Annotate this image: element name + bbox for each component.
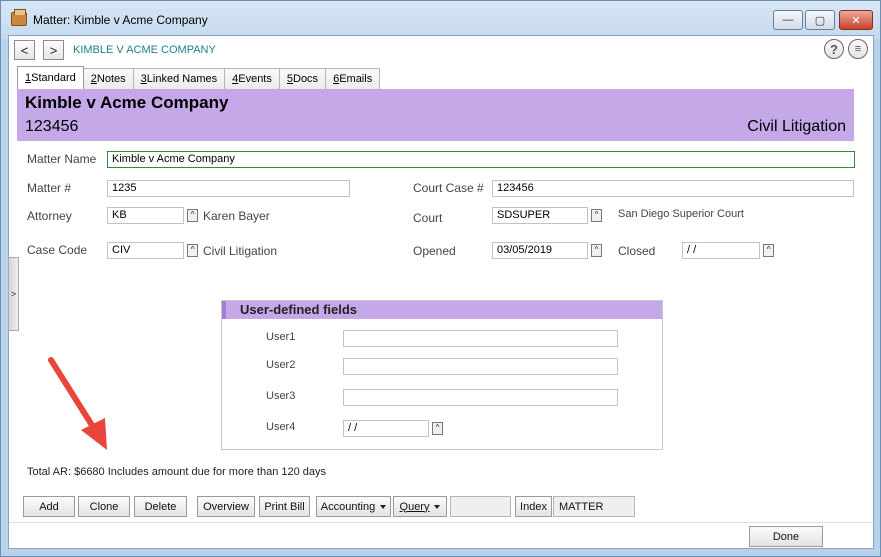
matter-name-label: Matter Name [27, 152, 97, 166]
annotation-arrow-icon [48, 357, 107, 450]
tab-standard[interactable]: 1 Standard [17, 66, 84, 89]
print-bill-button[interactable]: Print Bill [259, 496, 310, 517]
case-code-lookup-button[interactable]: ^ [187, 244, 198, 257]
side-panel-toggle[interactable]: > [8, 257, 19, 331]
opened-date-picker[interactable]: ^ [591, 244, 602, 257]
window-title: Matter: Kimble v Acme Company [33, 13, 208, 27]
overview-button[interactable]: Overview [197, 496, 255, 517]
query-input[interactable] [450, 496, 511, 517]
tab-docs[interactable]: 5 Docs [278, 68, 327, 89]
menu-icon[interactable]: ≡ [848, 39, 868, 59]
court-case-input[interactable]: 123456 [492, 180, 854, 197]
attorney-input[interactable]: KB [107, 207, 184, 224]
closed-date-input[interactable]: / / [682, 242, 760, 259]
back-button[interactable]: < [14, 40, 35, 60]
breadcrumb: KIMBLE V ACME COMPANY [73, 44, 216, 56]
user4-date-input[interactable]: / / [343, 420, 429, 437]
matter-number-input[interactable]: 1235 [107, 180, 350, 197]
folder-icon [11, 9, 27, 26]
query-menu-button[interactable]: Query [393, 496, 447, 517]
chevron-down-icon [434, 504, 441, 509]
court-label: Court [413, 211, 443, 225]
tab-emails[interactable]: 6 Emails [325, 68, 381, 89]
matter-header: Kimble v Acme Company 123456 Civil Litig… [17, 89, 854, 141]
opened-label: Opened [413, 244, 456, 258]
minimize-button[interactable]: — [773, 10, 803, 30]
matter-header-name: Kimble v Acme Company [25, 93, 229, 112]
close-button[interactable]: ✕ [839, 10, 873, 30]
app-window: Matter: Kimble v Acme Company — ▢ ✕ < > … [0, 0, 881, 557]
user1-label: User1 [266, 331, 296, 343]
total-ar-text: Total AR: $6680 Includes amount due for … [27, 466, 327, 478]
help-icon[interactable]: ? [824, 39, 844, 59]
closed-date-picker[interactable]: ^ [763, 244, 774, 257]
matter-form: < > KIMBLE V ACME COMPANY ? ≡ 1 Standard… [8, 35, 874, 549]
user3-input[interactable] [343, 389, 618, 406]
delete-button[interactable]: Delete [134, 496, 187, 517]
user3-label: User3 [266, 390, 296, 402]
matter-header-number: 123456 [25, 118, 79, 135]
maximize-button[interactable]: ▢ [805, 10, 835, 30]
add-button[interactable]: Add [23, 496, 75, 517]
tab-events[interactable]: 4 Events [224, 68, 280, 89]
matter-number-label: Matter # [27, 181, 72, 195]
title-bar: Matter: Kimble v Acme Company — ▢ ✕ [1, 1, 880, 39]
tab-notes[interactable]: 2 Notes [82, 68, 134, 89]
attorney-label: Attorney [27, 209, 72, 223]
accounting-menu-button[interactable]: Accounting [316, 496, 391, 517]
user1-input[interactable] [343, 330, 618, 347]
tab-linked-names[interactable]: 3 Linked Names [132, 68, 226, 89]
user2-input[interactable] [343, 358, 618, 375]
index-button[interactable]: Index [515, 496, 552, 517]
footer-divider [9, 522, 873, 523]
tab-strip: 1 Standard 2 Notes 3 Linked Names 4 Even… [17, 66, 381, 89]
user-defined-fields-panel: User-defined fields User1 User2 User3 Us… [221, 300, 663, 450]
case-code-label: Case Code [27, 243, 88, 257]
court-case-label: Court Case # [413, 181, 484, 195]
matter-name-input[interactable]: Kimble v Acme Company [107, 151, 855, 168]
closed-label: Closed [618, 244, 656, 258]
case-code-input[interactable]: CIV [107, 242, 184, 259]
done-button[interactable]: Done [749, 526, 823, 547]
user4-label: User4 [266, 421, 296, 433]
user-defined-fields-title: User-defined fields [222, 301, 662, 319]
matter-header-type: Civil Litigation [747, 118, 846, 135]
attorney-lookup-button[interactable]: ^ [187, 209, 198, 222]
clone-button[interactable]: Clone [78, 496, 130, 517]
user4-date-picker[interactable]: ^ [432, 422, 443, 435]
case-code-description: Civil Litigation [203, 244, 278, 258]
user2-label: User2 [266, 359, 296, 371]
court-description: San Diego Superior Court [618, 208, 744, 220]
court-lookup-button[interactable]: ^ [591, 209, 602, 222]
court-input[interactable]: SDSUPER [492, 207, 588, 224]
index-input[interactable]: MATTER [553, 496, 635, 517]
opened-date-input[interactable]: 03/05/2019 [492, 242, 588, 259]
attorney-description: Karen Bayer [203, 209, 270, 223]
forward-button[interactable]: > [43, 40, 64, 60]
chevron-down-icon [380, 504, 387, 509]
